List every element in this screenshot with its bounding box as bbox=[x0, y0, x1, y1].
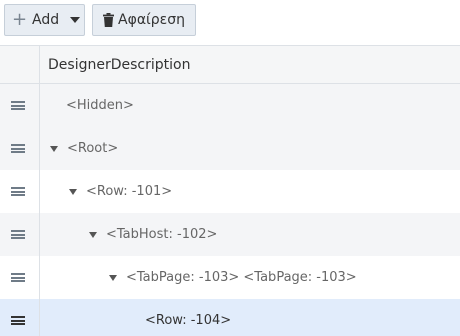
drag-handle-icon[interactable] bbox=[11, 230, 25, 239]
expand-arrow-icon[interactable] bbox=[69, 188, 77, 195]
plus-icon: + bbox=[12, 9, 28, 30]
grid-rows: <Hidden> <Root> <Row: -101> <TabHost: -1… bbox=[0, 84, 460, 336]
trash-icon bbox=[103, 13, 114, 27]
remove-button-label: Αφαίρεση bbox=[118, 12, 185, 28]
tree-row[interactable]: <Root> bbox=[0, 127, 460, 170]
row-text: <Root> bbox=[67, 141, 119, 156]
remove-button[interactable]: Αφαίρεση bbox=[92, 4, 196, 36]
expand-arrow-icon[interactable] bbox=[89, 231, 97, 238]
add-button[interactable]: + Add bbox=[5, 5, 66, 35]
expand-arrow-icon[interactable] bbox=[109, 274, 117, 281]
tree-row[interactable]: <Hidden> bbox=[0, 84, 460, 127]
add-split-button[interactable]: + Add bbox=[4, 4, 85, 36]
header-handle-column bbox=[0, 46, 40, 83]
tree-row-selected[interactable]: <Row: -104> bbox=[0, 299, 460, 336]
tree-row[interactable]: <TabHost: -102> bbox=[0, 213, 460, 256]
toolbar: + Add Αφαίρεση bbox=[0, 0, 460, 45]
add-dropdown-button[interactable] bbox=[66, 5, 84, 35]
caret-down-icon bbox=[70, 17, 80, 23]
expand-arrow-icon[interactable] bbox=[50, 145, 58, 152]
drag-handle-icon[interactable] bbox=[11, 273, 25, 282]
drag-handle-icon[interactable] bbox=[11, 316, 25, 325]
drag-handle-icon[interactable] bbox=[11, 101, 25, 110]
drag-handle-icon[interactable] bbox=[11, 144, 25, 153]
tree-grid: DesignerDescription <Hidden> <Root> <Row… bbox=[0, 45, 460, 336]
add-button-label: Add bbox=[32, 12, 60, 28]
row-text: <TabPage: -103> <TabPage: -103> bbox=[126, 270, 357, 285]
drag-handle-icon[interactable] bbox=[11, 187, 25, 196]
grid-header: DesignerDescription bbox=[0, 46, 460, 84]
row-text: <Row: -101> bbox=[86, 184, 173, 199]
row-text: <TabHost: -102> bbox=[106, 227, 218, 242]
tree-row[interactable]: <TabPage: -103> <TabPage: -103> bbox=[0, 256, 460, 299]
row-text: <Hidden> bbox=[66, 98, 134, 113]
column-header-designer-description[interactable]: DesignerDescription bbox=[48, 57, 190, 73]
tree-row[interactable]: <Row: -101> bbox=[0, 170, 460, 213]
row-text: <Row: -104> bbox=[145, 313, 232, 328]
